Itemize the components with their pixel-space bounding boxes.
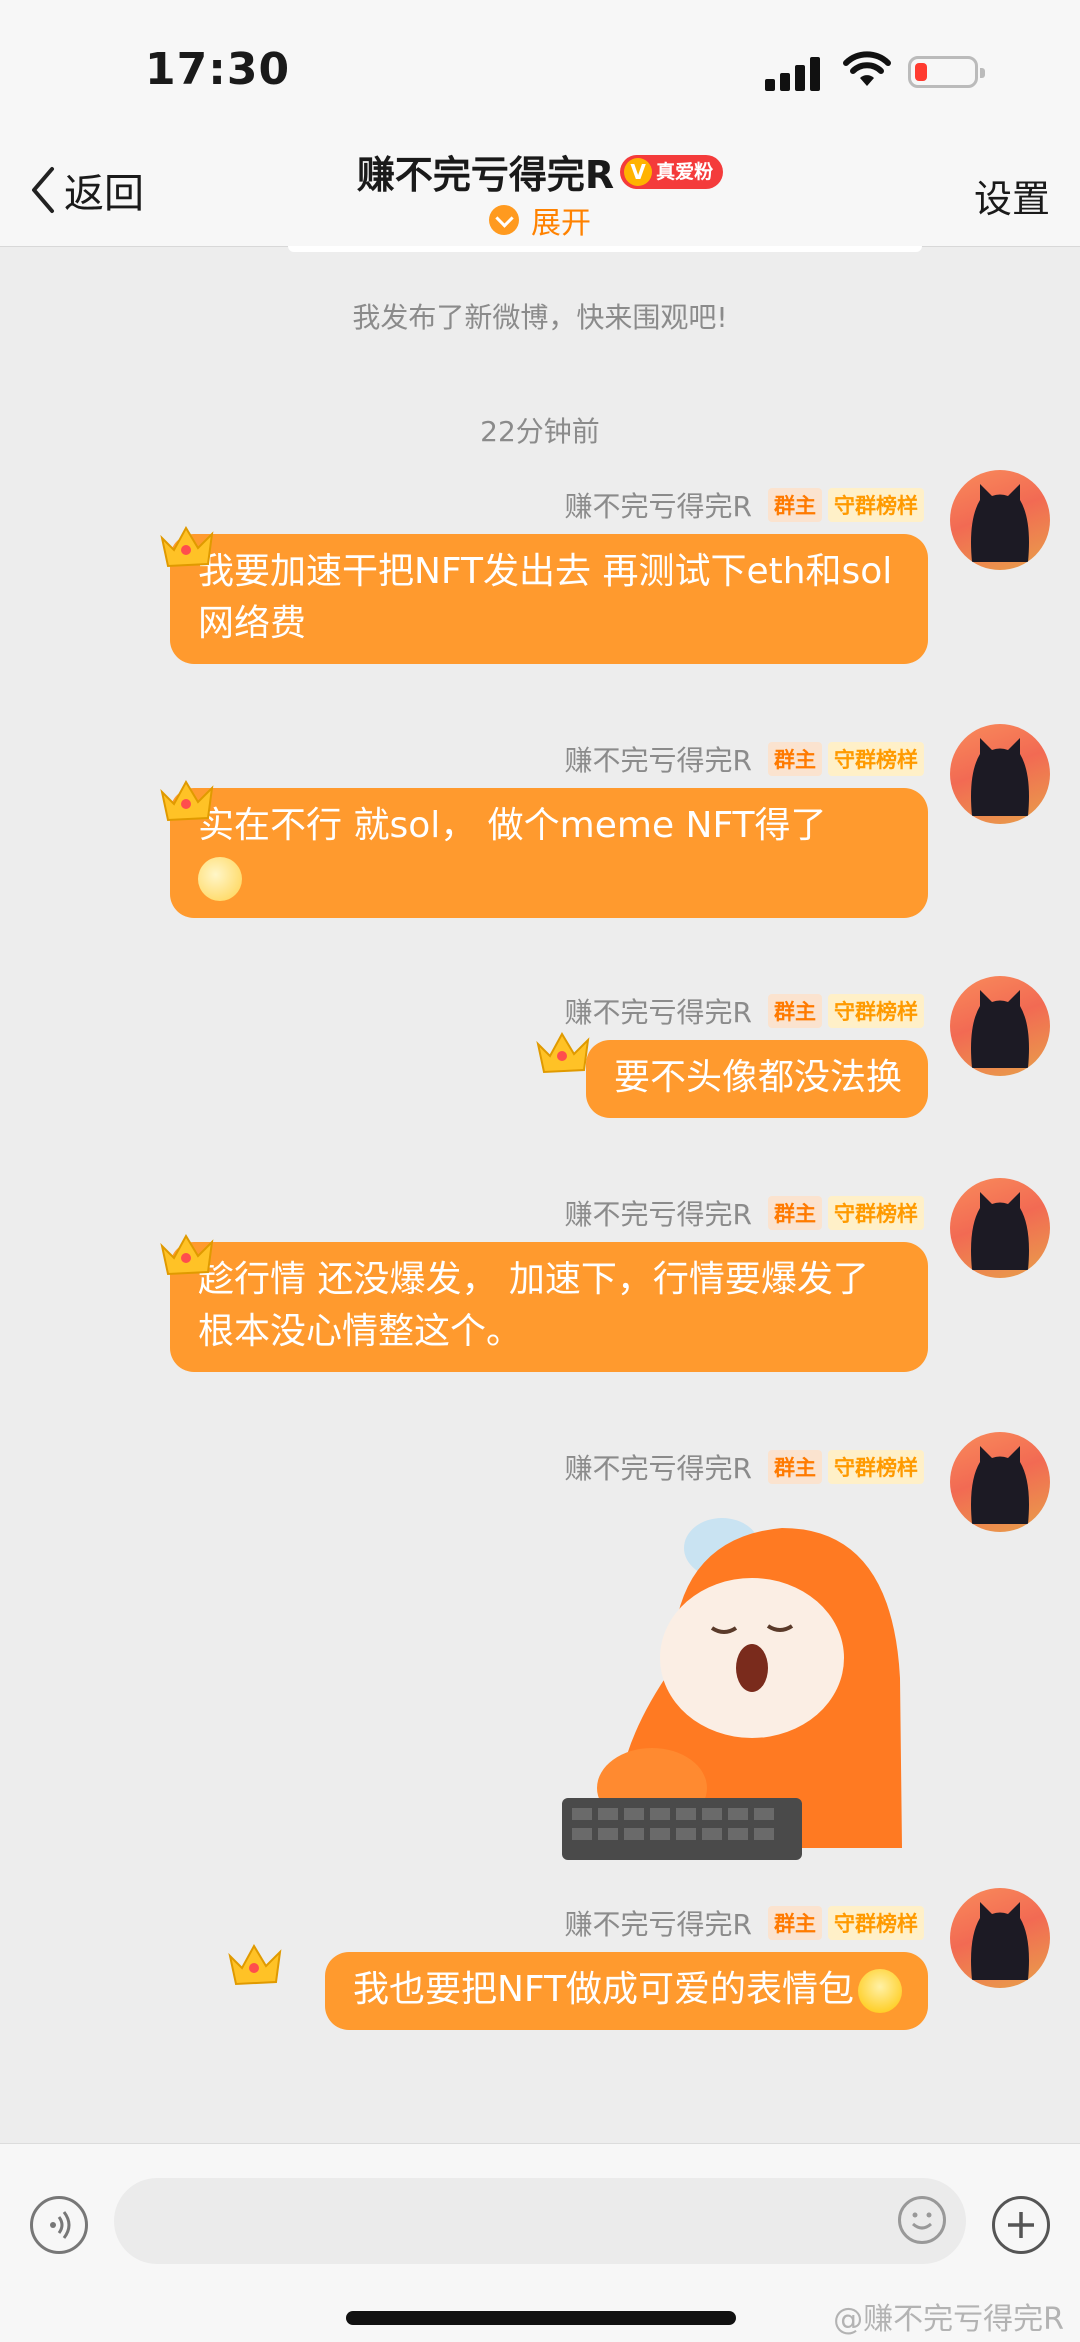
cat-avatar-icon [971,1192,1029,1270]
pinned-card-edge [288,246,922,252]
crown-icon [228,1943,282,1986]
sender-name: 赚不完亏得完R [564,1908,752,1941]
crown-icon [160,779,214,822]
sticker-image[interactable] [562,1518,926,1860]
owner-tag: 群主 [768,742,822,776]
rank-tag: 守群榜样 [828,488,924,522]
sender-name: 赚不完亏得完R [564,996,752,1029]
owner-tag: 群主 [768,488,822,522]
emoji-picker-icon[interactable] [898,2196,946,2244]
sender-line: 赚不完亏得完R 群主 守群榜样 [564,1196,924,1231]
avatar[interactable] [950,976,1050,1076]
avatar[interactable] [950,1432,1050,1532]
message-text: 要不头像都没法换 [613,1057,902,1098]
sender-line: 赚不完亏得完R 群主 守群榜样 [564,742,924,777]
message-text: 我也要把NFT做成可爱的表情包 [353,1969,854,2010]
message-bubble[interactable]: 我也要把NFT做成可爱的表情包 [325,1952,928,2030]
chat-title: 赚不完亏得完R V 真爱粉 [0,144,1080,199]
v-icon: V [624,157,653,186]
cat-avatar-icon [971,484,1029,562]
post-notice: 我发布了新微博，快来围观吧! [352,301,728,334]
sender-name: 赚不完亏得完R [564,1452,752,1485]
wifi-icon [843,51,891,86]
pleading-face-icon [858,1969,902,2013]
cat-avatar-icon [971,738,1029,816]
plus-icon [1008,2212,1034,2238]
crown-icon [160,525,214,568]
composer-bar: @赚不完亏得完R [0,2143,1080,2342]
timestamp: 22分钟前 [480,415,600,448]
avatar[interactable] [950,470,1050,570]
expand-button[interactable]: 展开 [0,198,1080,242]
message-bubble[interactable]: 我要加速干把NFT发出去 再测试下eth和sol网络费 [170,534,928,664]
crown-icon [160,1233,214,1276]
cat-avatar-icon [971,990,1029,1068]
group-name: 赚不完亏得完R [356,153,615,197]
sender-line: 赚不完亏得完R 群主 守群榜样 [564,994,924,1029]
sender-line: 赚不完亏得完R 群主 守群榜样 [564,488,924,523]
home-indicator [346,2311,736,2325]
cellular-signal-icon [765,55,825,91]
sender-line: 赚不完亏得完R 群主 守群榜样 [564,1906,924,1941]
status-bar: 17:30 [0,0,1080,150]
message-text: 实在不行 就sol， 做个meme NFT得了 [198,805,827,846]
sender-line: 赚不完亏得完R 群主 守群榜样 [564,1450,924,1485]
smile-face-icon [912,2212,932,2230]
watermark: @赚不完亏得完R [833,2302,1064,2337]
message-text: 趁行情 还没爆发， 加速下，行情要爆发了根本没心情整这个。 [198,1259,869,1352]
sender-name: 赚不完亏得完R [564,744,752,777]
avatar[interactable] [950,1888,1050,1988]
settings-button[interactable]: 设置 [974,168,1050,223]
owner-tag: 群主 [768,1450,822,1484]
voice-input-icon[interactable] [30,2196,88,2254]
owner-tag: 群主 [768,1906,822,1940]
owner-tag: 群主 [768,994,822,1028]
rank-tag: 守群榜样 [828,742,924,776]
expand-label: 展开 [531,206,591,241]
message-input[interactable] [114,2178,966,2264]
sender-name: 赚不完亏得完R [564,490,752,523]
status-time: 17:30 [145,44,291,95]
crown-icon [536,1031,590,1074]
avatar[interactable] [950,724,1050,824]
avatar[interactable] [950,1178,1050,1278]
chat-header: 返回 赚不完亏得完R V 真爱粉 展开 设置 [0,140,1080,247]
rank-tag: 守群榜样 [828,1450,924,1484]
message-bubble[interactable]: 实在不行 就sol， 做个meme NFT得了 [170,788,928,918]
cat-avatar-icon [971,1902,1029,1980]
cat-avatar-icon [971,1446,1029,1524]
fan-badge: V 真爱粉 [620,154,724,189]
battery-icon [908,56,985,88]
sound-wave-icon [50,2211,71,2239]
fan-badge-label: 真爱粉 [656,160,714,183]
sender-name: 赚不完亏得完R [564,1198,752,1231]
owner-tag: 群主 [768,1196,822,1230]
rank-tag: 守群榜样 [828,1196,924,1230]
rank-tag: 守群榜样 [828,994,924,1028]
message-bubble[interactable]: 要不头像都没法换 [585,1040,928,1118]
add-attachment-icon[interactable] [992,2196,1050,2254]
chevron-down-icon [489,205,519,235]
message-bubble[interactable]: 趁行情 还没爆发， 加速下，行情要爆发了根本没心情整这个。 [170,1242,928,1372]
dizzy-face-icon [198,857,242,901]
rank-tag: 守群榜样 [828,1906,924,1940]
message-text: 我要加速干把NFT发出去 再测试下eth和sol网络费 [198,551,893,644]
